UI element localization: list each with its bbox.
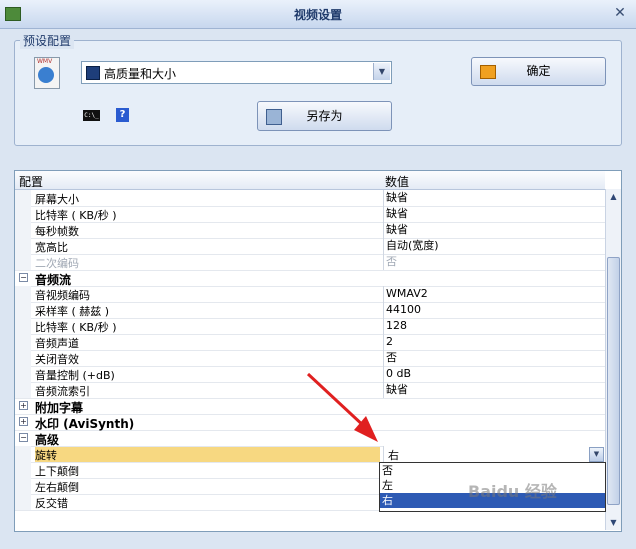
red-annotation-arrow-icon — [306, 372, 378, 442]
